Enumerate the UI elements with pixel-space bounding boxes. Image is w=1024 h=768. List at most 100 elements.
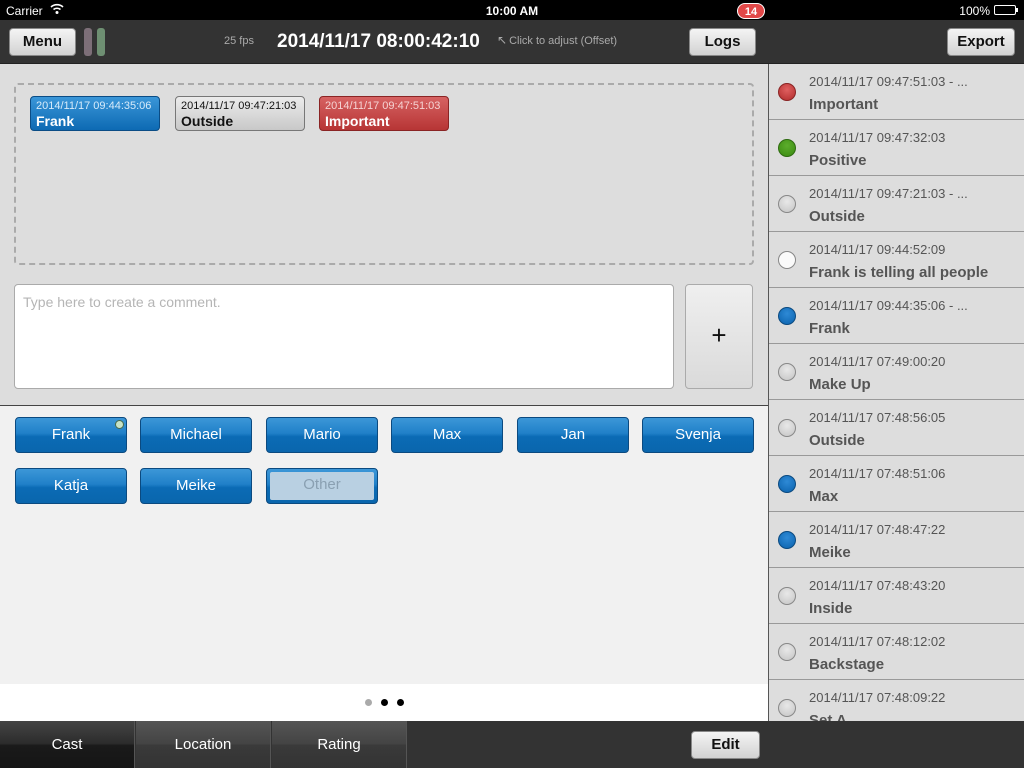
red-dot-icon [778, 83, 796, 101]
log-label: Frank [809, 320, 850, 337]
chip-time: 2014/11/17 09:44:35:06 [36, 100, 152, 112]
log-label: Positive [809, 152, 867, 169]
log-label: Outside [809, 432, 865, 449]
log-time: 2014/11/17 07:48:12:02 [809, 634, 946, 649]
logs-button[interactable]: Logs [689, 28, 756, 56]
add-comment-button[interactable]: + [685, 284, 753, 389]
blue-dot-icon [778, 531, 796, 549]
chip-label: Important [325, 113, 390, 129]
menu-button[interactable]: Menu [9, 28, 76, 56]
battery-percent: 100% [959, 4, 990, 18]
green-dot-icon [778, 139, 796, 157]
log-label: Meike [809, 544, 851, 561]
cast-button-jan[interactable]: Jan [517, 417, 629, 453]
timeline-drop-area[interactable]: 2014/11/17 09:44:35:06 Frank 2014/11/17 … [14, 83, 754, 265]
bottom-toolbar: Cast Location Rating Edit [0, 721, 1024, 768]
timeline-chip[interactable]: 2014/11/17 09:44:35:06 Frank [30, 96, 160, 131]
grey-dot-icon [778, 195, 796, 213]
grey-dot-icon [778, 419, 796, 437]
log-item[interactable]: 2014/11/17 07:48:43:20 Inside [769, 568, 1024, 624]
grey-dot-icon [778, 363, 796, 381]
log-time: 2014/11/17 09:44:35:06 - ... [809, 298, 968, 313]
top-toolbar: Menu 25 fps 2014/11/17 08:00:42:10 ↖ Clic… [0, 20, 1024, 64]
log-time: 2014/11/17 07:48:09:22 [809, 690, 946, 705]
log-item[interactable]: 2014/11/17 07:48:56:05 Outside [769, 400, 1024, 456]
log-time: 2014/11/17 09:44:52:09 [809, 242, 946, 257]
log-time: 2014/11/17 09:47:32:03 [809, 130, 946, 145]
logs-count-badge: 14 [737, 3, 765, 19]
log-time: 2014/11/17 09:47:21:03 - ... [809, 186, 968, 201]
page-dot-3[interactable] [397, 699, 404, 706]
chip-label: Frank [36, 113, 75, 129]
timeline-chip[interactable]: 2014/11/17 09:47:21:03 Outside [175, 96, 305, 131]
main-panel: 2014/11/17 09:44:35:06 Frank 2014/11/17 … [0, 64, 768, 721]
white-dot-icon [778, 251, 796, 269]
log-label: Make Up [809, 376, 871, 393]
log-label: Backstage [809, 656, 885, 673]
log-label: Inside [809, 600, 853, 617]
log-label: Outside [809, 208, 865, 225]
timecode-display[interactable]: 2014/11/17 08:00:42:10 [277, 31, 480, 53]
cast-label: Frank [51, 426, 91, 443]
log-list[interactable]: 2014/11/17 09:47:51:03 - ... Important 20… [768, 64, 1024, 721]
fps-label: 25 fps [224, 35, 254, 47]
log-item[interactable]: 2014/11/17 09:44:52:09 Frank is telling a… [769, 232, 1024, 288]
cast-button-max[interactable]: Max [391, 417, 503, 453]
cast-button-michael[interactable]: Michael [140, 417, 252, 453]
chip-label: Outside [181, 113, 234, 129]
log-time: 2014/11/17 09:47:51:03 - ... [809, 74, 968, 89]
log-time: 2014/11/17 07:48:56:05 [809, 410, 946, 425]
audio-meter-left [84, 28, 92, 56]
active-indicator-icon [115, 420, 124, 429]
grey-dot-icon [778, 587, 796, 605]
log-time: 2014/11/17 07:48:43:20 [809, 578, 946, 593]
timeline-chip[interactable]: 2014/11/17 09:47:51:03 Important [319, 96, 449, 131]
adjust-offset-hint[interactable]: ↖ Click to adjust (Offset) [497, 33, 617, 47]
tab-cast[interactable]: Cast [0, 721, 135, 768]
log-item[interactable]: 2014/11/17 07:48:51:06 Max [769, 456, 1024, 512]
export-button[interactable]: Export [947, 28, 1015, 56]
cast-button-katja[interactable]: Katja [15, 468, 127, 504]
log-item[interactable]: 2014/11/17 09:44:35:06 - ... Frank [769, 288, 1024, 344]
blue-dot-icon [778, 307, 796, 325]
log-item[interactable]: 2014/11/17 07:49:00:20 Make Up [769, 344, 1024, 400]
status-bar: Carrier 10:00 AM 100% [0, 0, 1024, 20]
tab-rating[interactable]: Rating [272, 721, 407, 768]
blue-dot-icon [778, 475, 796, 493]
other-input[interactable]: Other [270, 472, 374, 500]
grey-dot-icon [778, 643, 796, 661]
cast-button-other[interactable]: Other [266, 468, 378, 504]
chip-time: 2014/11/17 09:47:51:03 [325, 100, 441, 112]
log-time: 2014/11/17 07:48:51:06 [809, 466, 946, 481]
audio-meter-right [97, 28, 105, 56]
log-label: Set A [809, 712, 847, 721]
edit-button[interactable]: Edit [691, 731, 760, 759]
tab-location[interactable]: Location [136, 721, 271, 768]
page-control [0, 684, 768, 721]
log-item[interactable]: 2014/11/17 07:48:12:02 Backstage [769, 624, 1024, 680]
curved-arrow-icon: ↖ [497, 33, 508, 47]
comment-input[interactable] [14, 284, 674, 389]
cast-button-meike[interactable]: Meike [140, 468, 252, 504]
grey-dot-icon [778, 699, 796, 717]
log-time: 2014/11/17 07:48:47:22 [809, 522, 946, 537]
log-label: Important [809, 96, 879, 113]
cast-button-frank[interactable]: Frank [15, 417, 127, 453]
cast-panel: Frank Michael Mario Max Jan Svenja Katja… [0, 405, 768, 684]
log-item[interactable]: 2014/11/17 09:47:51:03 - ... Important [769, 64, 1024, 120]
log-item[interactable]: 2014/11/17 09:47:21:03 - ... Outside [769, 176, 1024, 232]
log-label: Max [809, 488, 839, 505]
log-item[interactable]: 2014/11/17 07:48:09:22 Set A [769, 680, 1024, 721]
clock: 10:00 AM [485, 4, 539, 18]
log-time: 2014/11/17 07:49:00:20 [809, 354, 946, 369]
adjust-offset-label: Click to adjust (Offset) [509, 35, 618, 47]
chip-time: 2014/11/17 09:47:21:03 [181, 100, 297, 112]
page-dot-1[interactable] [365, 699, 372, 706]
page-dot-2[interactable] [381, 699, 388, 706]
cast-button-mario[interactable]: Mario [266, 417, 378, 453]
log-item[interactable]: 2014/11/17 07:48:47:22 Meike [769, 512, 1024, 568]
log-label: Frank is telling all people [809, 264, 989, 281]
log-item[interactable]: 2014/11/17 09:47:32:03 Positive [769, 120, 1024, 176]
battery-icon [994, 5, 1018, 15]
cast-button-svenja[interactable]: Svenja [642, 417, 754, 453]
